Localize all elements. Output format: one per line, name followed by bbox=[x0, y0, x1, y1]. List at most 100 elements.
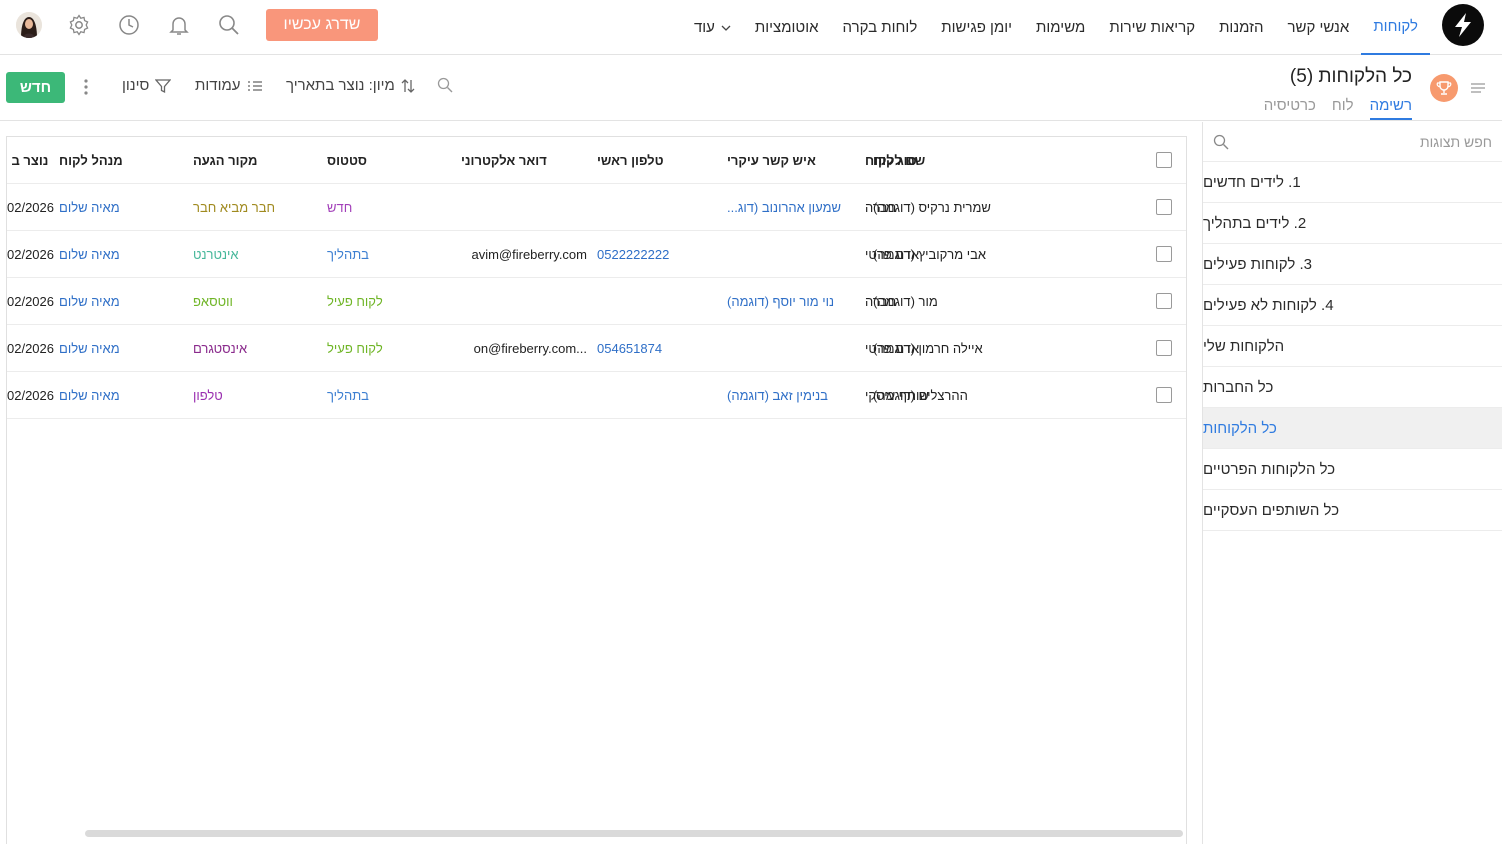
bell-icon[interactable] bbox=[167, 13, 191, 37]
column-header-created[interactable]: ↓ נוצר ב bbox=[7, 137, 51, 183]
gear-icon[interactable] bbox=[67, 13, 91, 37]
chevron-down-icon bbox=[721, 25, 731, 31]
column-header-source[interactable]: מקור הגעה bbox=[193, 137, 319, 183]
sidebar-item-all-business-partners[interactable]: כל השותפים העסקיים bbox=[1203, 490, 1502, 531]
filter-icon bbox=[155, 78, 172, 93]
column-header-manager[interactable]: מנהל לקוח bbox=[59, 137, 185, 183]
sort-control[interactable]: מיון: נוצר בתאריך bbox=[286, 77, 415, 94]
filter-label: סינון bbox=[122, 77, 150, 94]
table-row[interactable]: שמרית נרקיס (דוגמה) חברה שמעון אהרונוב (דו… bbox=[7, 184, 1186, 231]
column-header-status[interactable]: סטטוס bbox=[327, 137, 453, 183]
cell-created-date: 02/2026 bbox=[7, 199, 54, 215]
cell-account-manager[interactable]: מאיה שלום bbox=[59, 231, 185, 277]
sidebar-item-active-customers[interactable]: 3. לקוחות פעילים bbox=[1203, 244, 1502, 285]
sort-arrows-icon bbox=[401, 78, 415, 93]
top-navigation-bar: לקוחות אנשי קשר הזמנות קריאות שירות משימ… bbox=[0, 0, 1502, 55]
new-record-button[interactable]: חדש bbox=[6, 72, 65, 103]
view-tabs: רשימה לוח כרטיסיה bbox=[1264, 97, 1412, 120]
sidebar-item-leads-in-progress[interactable]: 2. לידים בתהליך bbox=[1203, 203, 1502, 244]
search-icon[interactable] bbox=[1213, 134, 1229, 150]
cell-main-phone[interactable]: 0522222222 bbox=[597, 231, 721, 277]
cell-primary-contact[interactable] bbox=[727, 231, 855, 277]
tab-board[interactable]: לוח bbox=[1332, 97, 1354, 120]
cell-main-phone[interactable] bbox=[597, 372, 721, 418]
row-checkbox[interactable] bbox=[1156, 246, 1172, 262]
row-checkbox[interactable] bbox=[1156, 340, 1172, 356]
cell-created-date: 02/2026 bbox=[7, 340, 54, 356]
sidebar-item-all-companies[interactable]: כל החברות bbox=[1203, 367, 1502, 408]
cell-primary-contact[interactable] bbox=[727, 325, 855, 371]
horizontal-scrollbar[interactable] bbox=[85, 830, 1183, 837]
menu-icon[interactable] bbox=[1470, 81, 1486, 95]
more-options-icon[interactable] bbox=[82, 79, 90, 95]
table-search-icon[interactable] bbox=[437, 77, 453, 93]
cell-primary-contact[interactable]: נוי מור יוסף (דוגמה) bbox=[727, 278, 855, 324]
nav-more-menu[interactable]: עוד bbox=[682, 0, 743, 55]
search-icon[interactable] bbox=[217, 13, 241, 37]
row-checkbox[interactable] bbox=[1156, 199, 1172, 215]
cell-customer-type: אדם פרטי bbox=[865, 340, 920, 356]
table-header-row: שם לקוח סוג לקוח איש קשר עיקרי טלפון ראש… bbox=[7, 137, 1186, 184]
table-row[interactable]: ההרצלים (דוגמה) שותף עיסקי בנימין זאב (דוג… bbox=[7, 372, 1186, 419]
sidebar-item-all-customers[interactable]: כל הלקוחות bbox=[1203, 408, 1502, 449]
nav-item-automations[interactable]: אוטומציות bbox=[743, 0, 831, 55]
clock-icon[interactable] bbox=[117, 13, 141, 37]
sidebar-item-my-customers[interactable]: הלקוחות שלי bbox=[1203, 326, 1502, 367]
tab-card[interactable]: כרטיסיה bbox=[1264, 97, 1316, 120]
cell-source: חבר מביא חבר bbox=[193, 199, 276, 215]
column-header-phone[interactable]: טלפון ראשי bbox=[597, 137, 721, 183]
column-header-email[interactable]: דואר אלקטרוני bbox=[461, 137, 587, 183]
nav-item-dashboards[interactable]: לוחות בקרה bbox=[831, 0, 930, 55]
filter-control[interactable]: סינון bbox=[122, 77, 172, 94]
column-header-contact[interactable]: איש קשר עיקרי bbox=[727, 137, 855, 183]
cell-customer-type: חברה bbox=[865, 199, 897, 215]
sidebar-item-new-leads[interactable]: 1. לידים חדשים bbox=[1203, 162, 1502, 203]
cell-main-phone[interactable] bbox=[597, 184, 721, 230]
page-title: כל הלקוחות (5) bbox=[1289, 66, 1412, 87]
sidebar-item-inactive-customers[interactable]: 4. לקוחות לא פעילים bbox=[1203, 285, 1502, 326]
nav-item-tasks[interactable]: משימות bbox=[1024, 0, 1097, 55]
cell-status: חדש bbox=[327, 199, 353, 215]
cell-primary-contact[interactable]: שמעון אהרונוב (דוג... bbox=[727, 184, 855, 230]
row-checkbox[interactable] bbox=[1156, 387, 1172, 403]
cell-source: אינסטגרם bbox=[193, 340, 248, 356]
table-row[interactable]: איילה חרמון (דוגמה) אדם פרטי 054651874 on@f… bbox=[7, 325, 1186, 372]
upgrade-button[interactable]: שדרג עכשיו bbox=[266, 9, 378, 41]
cell-primary-contact[interactable]: בנימין זאב (דוגמה) bbox=[727, 372, 855, 418]
trophy-icon[interactable] bbox=[1430, 74, 1458, 102]
select-all-checkbox[interactable] bbox=[1156, 152, 1172, 168]
views-search-input[interactable] bbox=[1242, 133, 1492, 150]
cell-source: טלפון bbox=[193, 387, 223, 403]
cell-status: בתהליך bbox=[327, 387, 369, 403]
cell-created-date: 02/2026 bbox=[7, 293, 54, 309]
column-header-created-label: נוצר ב bbox=[11, 152, 49, 168]
cell-customer-type: שותף עיסקי bbox=[865, 387, 929, 403]
cell-email: on@fireberry.com... bbox=[473, 340, 587, 356]
cell-account-manager[interactable]: מאיה שלום bbox=[59, 372, 185, 418]
user-avatar[interactable] bbox=[16, 12, 42, 38]
cell-main-phone[interactable]: 054651874 bbox=[597, 325, 721, 371]
sidebar-item-all-private-customers[interactable]: כל הלקוחות הפרטיים bbox=[1203, 449, 1502, 490]
row-checkbox[interactable] bbox=[1156, 293, 1172, 309]
cell-account-manager[interactable]: מאיה שלום bbox=[59, 184, 185, 230]
nav-item-service-calls[interactable]: קריאות שירות bbox=[1097, 0, 1207, 55]
cell-account-manager[interactable]: מאיה שלום bbox=[59, 325, 185, 371]
nav-item-contacts[interactable]: אנשי קשר bbox=[1276, 0, 1362, 55]
cell-email bbox=[461, 372, 587, 418]
tab-list[interactable]: רשימה bbox=[1369, 97, 1412, 120]
columns-control[interactable]: עמודות bbox=[195, 77, 263, 94]
cell-main-phone[interactable] bbox=[597, 278, 721, 324]
lightning-logo-icon bbox=[1455, 13, 1471, 37]
app-logo[interactable] bbox=[1442, 4, 1484, 46]
column-header-type[interactable]: סוג לקוח bbox=[865, 137, 989, 183]
cell-created-date: 02/2026 bbox=[7, 246, 54, 262]
nav-more-label: עוד bbox=[693, 19, 715, 36]
nav-item-orders[interactable]: הזמנות bbox=[1207, 0, 1275, 55]
table-row[interactable]: אבי מרקוביץ (דוגמה) אדם פרטי 0522222222 avi… bbox=[7, 231, 1186, 278]
table-row[interactable]: מור (דוגמה) חברה נוי מור יוסף (דוגמה) לקוח … bbox=[7, 278, 1186, 325]
cell-email bbox=[461, 184, 587, 230]
nav-item-customers[interactable]: לקוחות bbox=[1361, 0, 1430, 55]
cell-account-manager[interactable]: מאיה שלום bbox=[59, 278, 185, 324]
nav-item-calendar[interactable]: יומן פגישות bbox=[929, 0, 1024, 55]
cell-status: לקוח פעיל bbox=[327, 340, 383, 356]
